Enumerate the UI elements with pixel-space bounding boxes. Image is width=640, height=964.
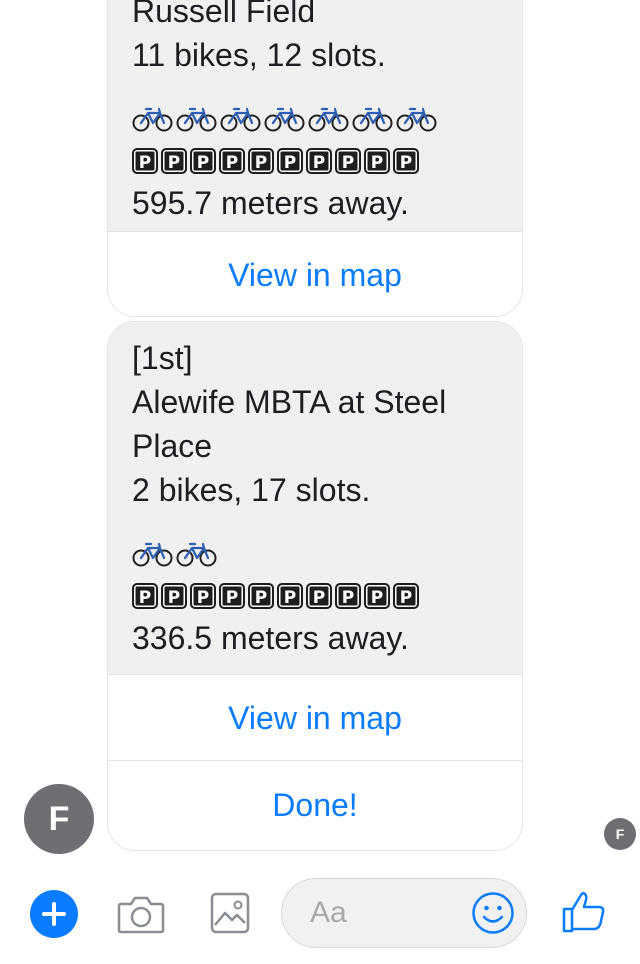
parking-icon: P bbox=[161, 148, 187, 174]
station-name: Alewife MBTA at Steel Place bbox=[132, 384, 447, 464]
parking-icon: P bbox=[364, 148, 390, 174]
parking-icon: P bbox=[277, 148, 303, 174]
parking-icon: P bbox=[335, 148, 361, 174]
parking-icons-row: PPPPPPPPPP bbox=[132, 580, 498, 612]
card-body: Russell Field 11 bikes, 12 slots. PPPPPP… bbox=[108, 0, 522, 231]
view-in-map-button[interactable]: View in map bbox=[108, 231, 522, 316]
bicycle-icon bbox=[132, 105, 173, 133]
bicycle-icon bbox=[132, 540, 173, 568]
view-in-map-button[interactable]: View in map bbox=[108, 674, 522, 760]
bicycle-icon bbox=[220, 105, 261, 133]
message-input-pill[interactable] bbox=[281, 878, 527, 948]
thumbs-up-icon[interactable] bbox=[562, 890, 606, 939]
parking-icon: P bbox=[161, 583, 187, 609]
parking-icon: P bbox=[335, 583, 361, 609]
availability-text: 11 bikes, 12 slots. bbox=[132, 37, 386, 73]
plus-icon[interactable] bbox=[30, 890, 78, 938]
gallery-icon[interactable] bbox=[210, 892, 250, 939]
parking-icon: P bbox=[132, 148, 158, 174]
bicycle-icon bbox=[176, 540, 217, 568]
bicycle-icon bbox=[396, 105, 437, 133]
parking-icon: P bbox=[248, 148, 274, 174]
avatar[interactable]: F bbox=[24, 784, 94, 854]
done-button[interactable]: Done! bbox=[108, 760, 522, 850]
station-name: Russell Field bbox=[132, 0, 316, 29]
parking-icon: P bbox=[219, 583, 245, 609]
bike-icons-row bbox=[132, 103, 498, 135]
bicycle-icon bbox=[352, 105, 393, 133]
message-input[interactable] bbox=[310, 893, 460, 933]
bicycle-icon bbox=[308, 105, 349, 133]
emoji-icon[interactable] bbox=[471, 891, 515, 940]
composer-bar bbox=[0, 868, 640, 964]
parking-icon: P bbox=[306, 583, 332, 609]
parking-icon: P bbox=[393, 148, 419, 174]
parking-icons-row: PPPPPPPPPP bbox=[132, 145, 498, 177]
bike-icons-row bbox=[132, 538, 498, 570]
parking-icon: P bbox=[190, 583, 216, 609]
parking-icon: P bbox=[306, 148, 332, 174]
parking-icon: P bbox=[190, 148, 216, 174]
distance-text: 595.7 meters away. bbox=[132, 185, 409, 221]
parking-icon: P bbox=[248, 583, 274, 609]
station-card-russell-field: Russell Field 11 bikes, 12 slots. PPPPPP… bbox=[107, 0, 523, 317]
distance-text: 336.5 meters away. bbox=[132, 620, 409, 656]
read-receipt-avatar: F bbox=[604, 818, 636, 850]
card-body: [1st] Alewife MBTA at Steel Place 2 bike… bbox=[108, 322, 522, 674]
parking-icon: P bbox=[219, 148, 245, 174]
parking-icon: P bbox=[132, 583, 158, 609]
camera-icon[interactable] bbox=[117, 894, 165, 939]
station-rank: [1st] bbox=[132, 340, 193, 376]
parking-icon: P bbox=[393, 583, 419, 609]
availability-text: 2 bikes, 17 slots. bbox=[132, 472, 371, 508]
bicycle-icon bbox=[264, 105, 305, 133]
parking-icon: P bbox=[277, 583, 303, 609]
station-card-alewife: [1st] Alewife MBTA at Steel Place 2 bike… bbox=[107, 321, 523, 851]
bicycle-icon bbox=[176, 105, 217, 133]
parking-icon: P bbox=[364, 583, 390, 609]
